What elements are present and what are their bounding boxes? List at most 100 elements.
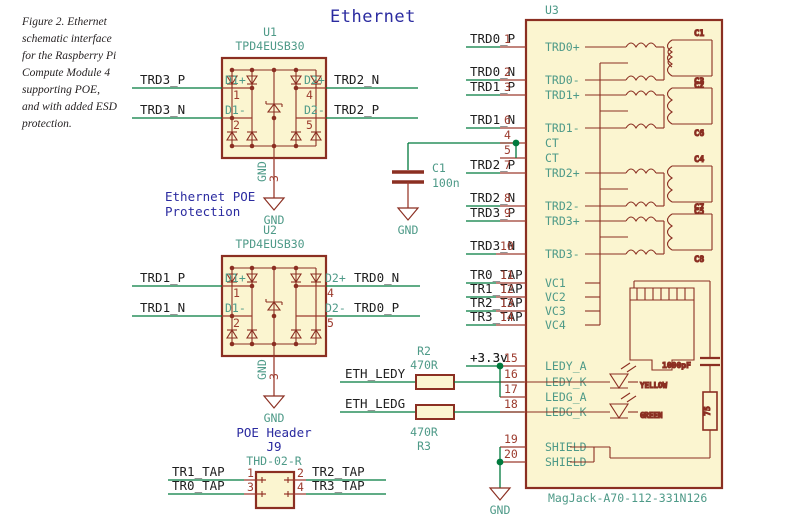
net-u1-left-1: TRD3_P [140, 72, 185, 87]
bob-smith-cap-label: 1000pF [662, 361, 691, 370]
u3-pinnum-8: 8 [504, 191, 511, 205]
u3-value: MagJack-A70-112-331N126 [548, 491, 707, 505]
junction-ct [512, 139, 520, 147]
u3-pinnum-4: 4 [504, 128, 511, 142]
net-j9-2: TR2_TAP [312, 464, 365, 479]
u2-pinnum-2: 2 [233, 316, 240, 330]
c1-value: 100n [432, 176, 460, 190]
u3-pinnum-11: 11 [500, 268, 514, 282]
u3-pinname-17: LEDG_A [545, 390, 587, 404]
component-u3[interactable]: U3 MagJack-A70-112-331N126 TRD0_P 1 TRD0… [466, 3, 724, 517]
u2-pinname-2: D1- [225, 301, 246, 315]
net-u2-right-2: TRD0_P [354, 300, 399, 315]
led-green-label: GREEN [640, 411, 663, 420]
coil-label-c7: C7 [694, 203, 704, 213]
u1-pinnum-1: 1 [233, 88, 240, 102]
component-r3[interactable]: ETH_LEDG 470R R3 [340, 396, 524, 453]
junction-shield [496, 458, 504, 466]
coil-label-c4: C4 [694, 155, 704, 165]
u2-pinname-1: D1+ [225, 271, 246, 285]
u1-gnd-pinnum: 3 [267, 175, 281, 182]
u1-pinnum-5: 5 [306, 118, 313, 132]
net-u2-right-1: TRD0_N [354, 270, 399, 285]
u3-pinnum-13: 13 [500, 296, 514, 310]
u3-pinnum-6: 6 [504, 113, 511, 127]
c1-gnd-symbol [396, 207, 420, 221]
u2-pinnum-4: 4 [327, 286, 334, 300]
r2-value: 470R [410, 358, 438, 372]
u3-pinname-1: TRD0+ [545, 40, 580, 54]
net-3v3-label: +3.3v [470, 350, 508, 365]
u3-pinnum-2: 2 [504, 65, 511, 79]
schematic-svg: .g { stroke:#007a3d; stroke-width:1.3; f… [132, 3, 724, 517]
net-u1-right-2: TRD2_P [334, 102, 379, 117]
u3-pinname-2: TRD0- [545, 73, 580, 87]
u1-value: TPD4EUSB30 [235, 39, 304, 53]
u3-pinnum-7: 7 [504, 158, 511, 172]
led-yellow-label: YELLOW [640, 381, 668, 390]
net-eth-ledy: ETH_LEDY [345, 366, 406, 381]
u3-pinnum-12: 12 [500, 282, 514, 296]
u3-pinnum-19: 19 [504, 432, 518, 446]
net-u3-12: TR1_TAP [470, 281, 523, 296]
u3-pinnum-20: 20 [504, 447, 518, 461]
u3-pinname-12: VC2 [545, 290, 566, 304]
u2-gnd-label: GND [264, 411, 285, 425]
j9-pinnum-1: 1 [247, 466, 254, 480]
coil-label-c6: C6 [694, 129, 704, 139]
net-u1-left-2: TRD3_N [140, 102, 185, 117]
j9-pinnum-3: 3 [247, 480, 254, 494]
u3-pinnum-17: 17 [504, 382, 518, 396]
u1-pinname-1: D1+ [225, 73, 246, 87]
component-j9[interactable]: POE Header J9 THD-02-R TR1_TAP TR0_TAP T… [168, 425, 386, 510]
schematic-canvas: Figure 2. Ethernet schematic interface f… [0, 0, 794, 521]
u3-pinnum-10: 10 [500, 239, 514, 253]
component-u2[interactable]: U2 TPD4EUSB30 TRD1_P TRD1_N TRD0_N TRD0_… [132, 223, 420, 425]
u1-pinnum-2: 2 [233, 118, 240, 132]
u1-pinname-5: D2- [304, 103, 325, 117]
u3-ref: U3 [545, 3, 559, 17]
u3-pinname-5: CT [545, 151, 559, 165]
u1-pinnum-4: 4 [306, 88, 313, 102]
u3-pinname-7: TRD2+ [545, 166, 580, 180]
u3-pinnum-9: 9 [504, 206, 511, 220]
u3-pinnum-5: 5 [504, 143, 511, 157]
label-poe-protection-1: Ethernet POE [165, 189, 255, 204]
u3-pinname-13: VC3 [545, 304, 566, 318]
net-eth-ledg: ETH_LEDG [345, 396, 405, 411]
u3-pinname-14: VC4 [545, 318, 566, 332]
u3-gnd-label: GND [490, 503, 511, 517]
u3-pinnum-14: 14 [500, 310, 514, 324]
net-j9-3: TR0_TAP [172, 478, 225, 493]
u1-pinname-4: D2+ [304, 73, 325, 87]
u3-pinnum-1: 1 [504, 32, 511, 46]
coil-label-c1: C1 [694, 29, 704, 39]
net-u2-left-1: TRD1_P [140, 270, 185, 285]
j9-ref: J9 [266, 439, 281, 454]
u2-ref: U2 [263, 223, 277, 237]
r2-body [415, 374, 455, 390]
j9-title: POE Header [236, 425, 312, 440]
net-u3-11: TR0_TAP [470, 267, 523, 282]
u3-pinname-8: TRD2- [545, 199, 580, 213]
j9-pinnum-2: 2 [297, 466, 304, 480]
u2-gnd-symbol [262, 395, 286, 409]
u3-pinname-11: VC1 [545, 276, 566, 290]
u3-gnd-symbol [488, 487, 512, 501]
j9-pinnum-4: 4 [297, 480, 304, 494]
j9-value: THD-02-R [246, 454, 301, 468]
u2-pinnum-5: 5 [327, 316, 334, 330]
net-u3-13: TR2_TAP [470, 295, 523, 310]
u3-pinnum-18: 18 [504, 397, 518, 411]
coil-label-c3: C3 [694, 77, 704, 87]
net-u3-14: TR3_TAP [470, 309, 523, 324]
c1-gnd-label: GND [398, 223, 419, 237]
u3-pinname-4: CT [545, 136, 559, 150]
u3-pinname-15: LEDY_A [545, 359, 587, 373]
r2-ref: R2 [417, 344, 431, 358]
c1-ref: C1 [432, 161, 446, 175]
u3-pinnum-16: 16 [504, 367, 518, 381]
u2-gnd-pinnum: 3 [267, 373, 281, 380]
label-poe-protection-2: Protection [165, 204, 240, 219]
bob-smith-res-label: 75 [703, 406, 712, 416]
